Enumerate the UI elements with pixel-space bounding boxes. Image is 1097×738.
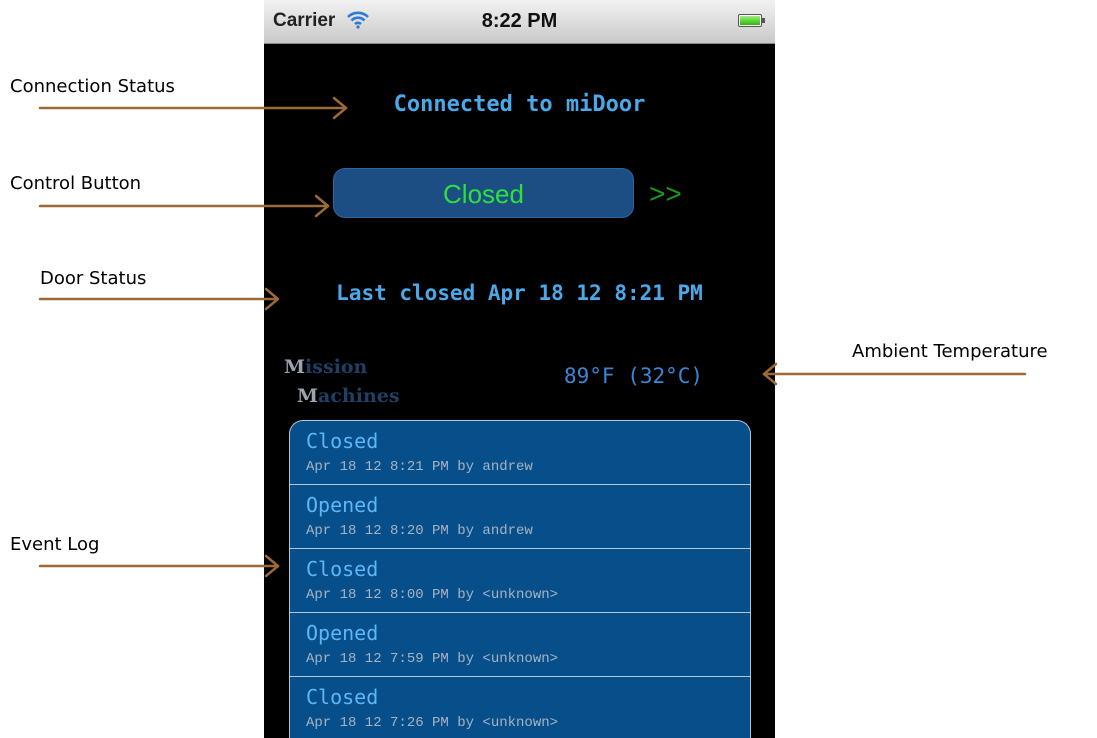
annotation-event-log: Event Log [10,534,100,555]
door-status: Last closed Apr 18 12 8:21 PM [336,281,703,305]
status-time: 8:22 PM [481,10,558,32]
event-detail: Apr 18 12 8:00 PM by <unknown> [306,587,559,603]
annotation-door-status: Door Status [40,268,147,289]
battery-icon [738,14,765,27]
event-title: Opened [306,493,379,517]
event-log-row[interactable]: Closed Apr 18 12 7:26 PM by <unknown> [290,677,750,738]
phone-screen: Carrier 8:22 PM Connected to miDoor Clos… [264,0,775,738]
event-title: Opened [306,621,379,645]
connection-status: Connected to miDoor [393,92,646,117]
event-log-row[interactable]: Closed Apr 18 12 8:00 PM by <unknown> [290,549,750,613]
chevron-right-icon[interactable]: >> [649,178,682,210]
event-title: Closed [306,429,379,453]
status-bar: Carrier 8:22 PM [264,0,775,44]
event-title: Closed [306,557,379,581]
event-log[interactable]: Closed Apr 18 12 8:21 PM by andrew Opene… [289,420,751,738]
ambient-temperature: 89°F (32°C) [564,364,704,388]
annotation-connection-status: Connection Status [10,76,175,97]
event-detail: Apr 18 12 7:59 PM by <unknown> [306,651,559,667]
event-log-row[interactable]: Opened Apr 18 12 7:59 PM by <unknown> [290,613,750,677]
event-detail: Apr 18 12 8:20 PM by andrew [306,523,533,539]
event-log-row[interactable]: Opened Apr 18 12 8:20 PM by andrew [290,485,750,549]
event-log-row[interactable]: Closed Apr 18 12 8:21 PM by andrew [290,421,750,485]
annotation-control-button: Control Button [10,173,142,194]
event-detail: Apr 18 12 8:21 PM by andrew [306,459,533,475]
event-detail: Apr 18 12 7:26 PM by <unknown> [306,715,559,731]
event-title: Closed [306,685,379,709]
control-button[interactable]: Closed [333,168,634,218]
annotation-ambient-temperature: Ambient Temperature [852,341,1048,362]
mission-machines-logo: Mission Machines [284,356,400,407]
